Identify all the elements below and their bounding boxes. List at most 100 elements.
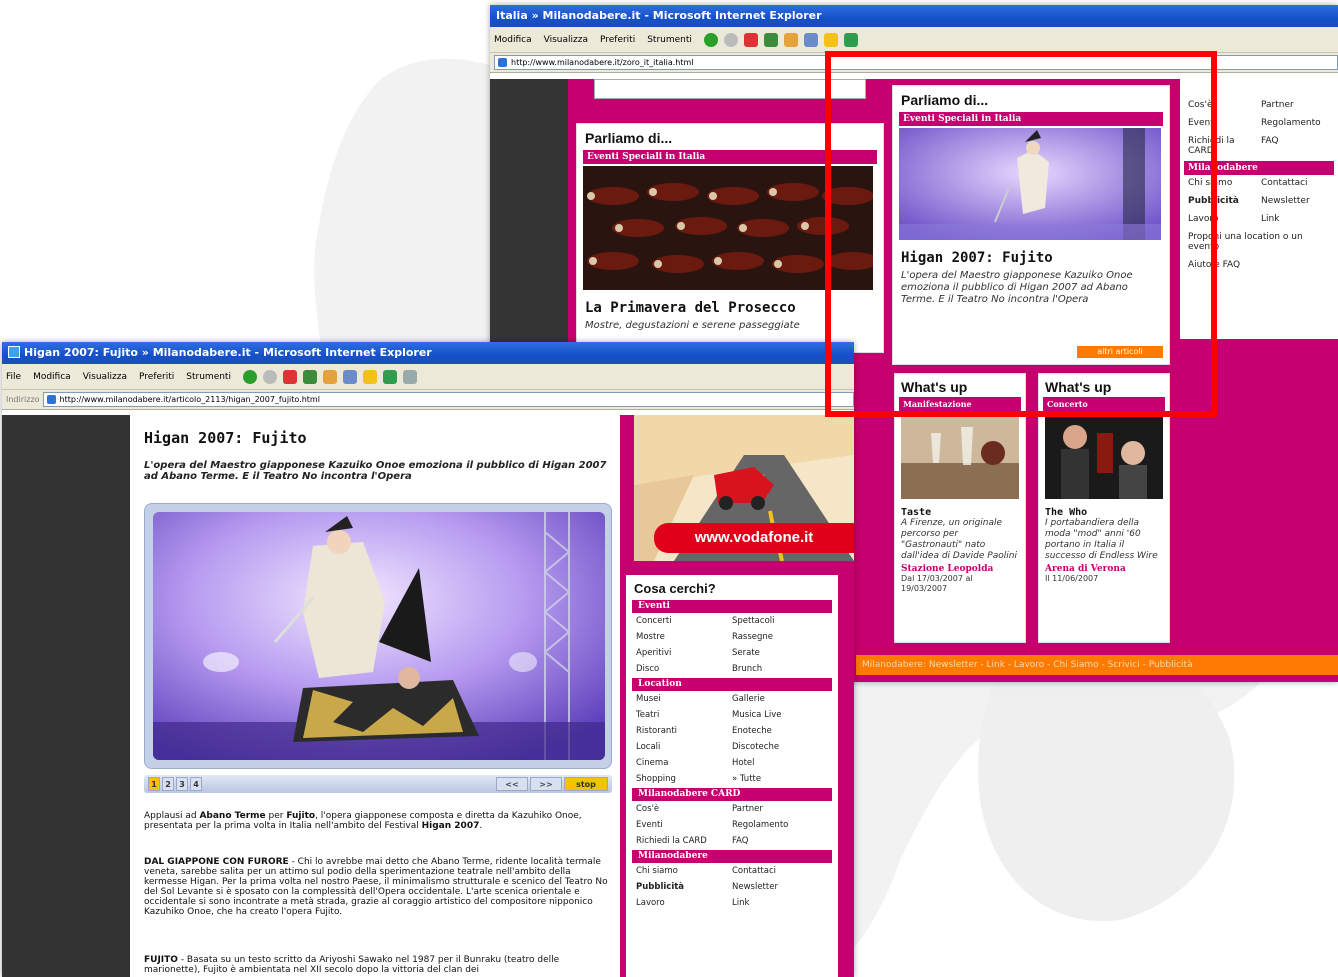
refresh-icon[interactable] (763, 32, 778, 47)
ad-url-label[interactable]: www.vodafone.it (654, 523, 854, 553)
search-icon[interactable] (342, 369, 357, 384)
link-brunch[interactable]: Brunch (732, 664, 828, 674)
menu-preferiti[interactable]: Preferiti (139, 372, 174, 382)
link-disco[interactable]: Disco (636, 664, 732, 674)
search-icon[interactable] (803, 32, 818, 47)
article-paragraph-3: FUJITO - Basata su un testo scritto da A… (144, 955, 614, 975)
link-gallerie[interactable]: Gallerie (732, 694, 828, 704)
front-menubar: File Modifica Visualizza Preferiti Strum… (2, 364, 854, 390)
menu-strumenti[interactable]: Strumenti (647, 35, 692, 45)
thewho-venue[interactable]: Arena di Verona (1039, 562, 1169, 574)
article-paragraph-1: Applausi ad Abano Terme per Fujito, l'op… (144, 811, 614, 831)
link-musica-live[interactable]: Musica Live (732, 710, 828, 720)
menu-file[interactable]: File (6, 372, 21, 382)
link-newsletter[interactable]: Newsletter (1261, 196, 1330, 206)
gallery-stop-button[interactable]: stop (564, 777, 608, 791)
taste-desc: A Firenze, un originale percorso per "Ga… (901, 518, 1017, 561)
taste-date: Dal 17/03/2007 al 19/03/2007 (901, 574, 973, 593)
gallery-page-4[interactable]: 4 (190, 777, 202, 791)
front-window-titlebar: Higan 2007: Fujito » Milanodabere.it - M… (2, 342, 854, 364)
article-paragraph-2: DAL GIAPPONE CON FURORE - Chi lo avrebbe… (144, 857, 614, 917)
front-url-field[interactable]: http://www.milanodabere.it/articolo_2113… (42, 392, 854, 407)
gallery-page-2[interactable]: 2 (162, 777, 174, 791)
gallery-page-1[interactable]: 1 (148, 777, 160, 791)
link-richiedi-card[interactable]: Richiedi la CARD (636, 836, 732, 846)
link-musei[interactable]: Musei (636, 694, 732, 704)
link-partner[interactable]: Partner (1261, 100, 1330, 110)
link-shopping[interactable]: Shopping (636, 774, 732, 784)
ie-icon (8, 346, 20, 358)
link-contattaci[interactable]: Contattaci (1261, 178, 1330, 188)
back-arrow-icon[interactable] (242, 369, 257, 384)
link-eventi[interactable]: Eventi (636, 820, 732, 830)
link-hotel[interactable]: Hotel (732, 758, 828, 768)
link-regolamento[interactable]: Regolamento (1261, 118, 1330, 128)
link-enoteche[interactable]: Enoteche (732, 726, 828, 736)
media-icon[interactable] (382, 369, 397, 384)
favorites-star-icon[interactable] (823, 32, 838, 47)
link-partner[interactable]: Partner (732, 804, 828, 814)
home-icon[interactable] (322, 369, 337, 384)
back-footer-links[interactable]: Milanodabere: Newsletter - Link - Lavoro… (856, 655, 1338, 675)
taste-photo[interactable] (901, 413, 1019, 503)
p3-heading: FUJITO (144, 955, 178, 965)
p1-text: per (265, 811, 287, 821)
gallery-next-button[interactable]: >> (530, 777, 562, 791)
front-address-bar: Indirizzo http://www.milanodabere.it/art… (2, 390, 854, 410)
history-icon[interactable] (402, 369, 417, 384)
link-contattaci[interactable]: Contattaci (732, 866, 828, 876)
link-link[interactable]: Link (732, 898, 828, 908)
forward-arrow-icon[interactable] (262, 369, 277, 384)
menu-preferiti[interactable]: Preferiti (600, 35, 635, 45)
gallery-page-3[interactable]: 3 (176, 777, 188, 791)
link-chi-siamo[interactable]: Chi siamo (636, 866, 732, 876)
cosa-cerchi-box: Cosa cerchi? Eventi Concerti Spettacoli … (626, 575, 838, 977)
red-highlight-frame (825, 51, 1217, 417)
link-regolamento[interactable]: Regolamento (732, 820, 828, 830)
link-cinema[interactable]: Cinema (636, 758, 732, 768)
link-newsletter[interactable]: Newsletter (732, 882, 828, 892)
thewho-photo[interactable] (1045, 413, 1163, 503)
stop-icon[interactable] (743, 32, 758, 47)
refresh-icon[interactable] (302, 369, 317, 384)
menu-strumenti[interactable]: Strumenti (186, 372, 231, 382)
link-discoteche[interactable]: Discoteche (732, 742, 828, 752)
link-concerti[interactable]: Concerti (636, 616, 732, 626)
fujito-stage-photo[interactable] (153, 512, 605, 760)
link-locali[interactable]: Locali (636, 742, 732, 752)
link-mostre[interactable]: Mostre (636, 632, 732, 642)
gallery-controls: 1 2 3 4 << >> stop (144, 775, 612, 793)
link-faq[interactable]: FAQ (732, 836, 828, 846)
taste-title[interactable]: Taste (895, 505, 1025, 518)
link-spettacoli[interactable]: Spettacoli (732, 616, 828, 626)
thewho-desc: I portabandiera della moda "mod" anni '6… (1045, 518, 1158, 561)
media-icon[interactable] (843, 32, 858, 47)
menu-modifica[interactable]: Modifica (33, 372, 71, 382)
taste-venue[interactable]: Stazione Leopolda (895, 562, 1025, 574)
link-aperitivi[interactable]: Aperitivi (636, 648, 732, 658)
forward-arrow-icon[interactable] (723, 32, 738, 47)
link-ristoranti[interactable]: Ristoranti (636, 726, 732, 736)
link-tutte[interactable]: » Tutte (732, 774, 828, 784)
link-serate[interactable]: Serate (732, 648, 828, 658)
menu-modifica[interactable]: Modifica (494, 35, 532, 45)
menu-visualizza[interactable]: Visualizza (544, 35, 588, 45)
favorites-star-icon[interactable] (362, 369, 377, 384)
link-link[interactable]: Link (1261, 214, 1330, 224)
thewho-title[interactable]: The Who (1039, 505, 1169, 518)
link-cose[interactable]: Cos'è (636, 804, 732, 814)
back-arrow-icon[interactable] (703, 32, 718, 47)
menu-visualizza[interactable]: Visualizza (83, 372, 127, 382)
article-title: Higan 2007: Fujito (144, 429, 307, 447)
link-rassegne[interactable]: Rassegne (732, 632, 828, 642)
link-teatri[interactable]: Teatri (636, 710, 732, 720)
cosa-cerchi-heading: Cosa cerchi? (634, 581, 716, 596)
link-pubblicita[interactable]: Pubblicità (636, 882, 732, 892)
link-lavoro[interactable]: Lavoro (636, 898, 732, 908)
stop-icon[interactable] (282, 369, 297, 384)
link-faq[interactable]: FAQ (1261, 136, 1330, 156)
gallery-prev-button[interactable]: << (496, 777, 528, 791)
vodafone-ad-banner[interactable]: www.vodafone.it (634, 415, 854, 561)
thewho-date: Il 11/06/2007 (1045, 574, 1099, 583)
home-icon[interactable] (783, 32, 798, 47)
